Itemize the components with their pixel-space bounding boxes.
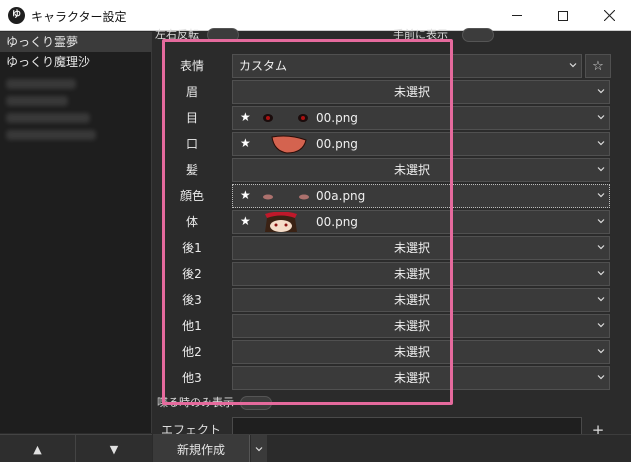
- flip-toggle[interactable]: [206, 28, 239, 42]
- eyebrows-value: 未選択: [393, 85, 430, 99]
- star-icon: ★: [240, 110, 251, 124]
- label-eyes: 目: [185, 111, 198, 125]
- body-dropdown[interactable]: ★ 00.png: [232, 210, 610, 234]
- eyes-thumbnail: [263, 114, 308, 122]
- expression-value: カスタム: [239, 59, 288, 73]
- blurred-character-item[interactable]: [6, 96, 68, 106]
- front-label: 手前に表示: [393, 28, 448, 41]
- chevron-down-icon: [597, 193, 605, 198]
- settings-panel: 左右反転 手前に表示 表情 カスタム ☆ 眉 未選択 目 ★ 00.png 口 …: [153, 28, 631, 462]
- list-controls: ▲ ▼: [0, 434, 152, 462]
- complexion-filename: 00a.png: [316, 189, 366, 203]
- chevron-down-icon: [597, 245, 605, 250]
- close-button[interactable]: [586, 0, 631, 31]
- other1-dropdown[interactable]: 未選択: [232, 314, 610, 338]
- title-bar: ゆ キャラクター設定: [0, 0, 631, 31]
- character-list: ゆっくり霊夢 ゆっくり魔理沙: [0, 32, 152, 433]
- back2-dropdown[interactable]: 未選択: [232, 262, 610, 286]
- minimize-button[interactable]: [494, 0, 540, 31]
- label-back2: 後2: [182, 267, 202, 281]
- move-up-button[interactable]: ▲: [0, 435, 76, 462]
- chevron-down-icon: [597, 297, 605, 302]
- other3-value: 未選択: [393, 371, 430, 385]
- minimize-icon: [512, 15, 522, 16]
- chevron-down-icon: [597, 89, 605, 94]
- chevron-down-icon: [597, 323, 605, 328]
- eyes-filename: 00.png: [316, 111, 358, 125]
- expression-dropdown[interactable]: カスタム: [232, 54, 582, 78]
- hair-dropdown[interactable]: 未選択: [232, 158, 610, 182]
- label-complexion: 顔色: [179, 189, 204, 203]
- chevron-down-icon: [597, 349, 605, 354]
- speaking-only-toggle[interactable]: [239, 396, 272, 410]
- chevron-down-icon: [597, 375, 605, 380]
- back3-value: 未選択: [393, 293, 430, 307]
- eyebrows-dropdown[interactable]: 未選択: [232, 80, 610, 104]
- hair-value: 未選択: [393, 163, 430, 177]
- label-eyebrows: 眉: [185, 85, 198, 99]
- label-other2: 他2: [182, 345, 202, 359]
- speaking-only-label: 喋る時のみ表示: [157, 396, 234, 409]
- maximize-icon: [558, 10, 568, 21]
- flip-toggle-row: 左右反転: [155, 26, 239, 42]
- chevron-down-icon: [597, 115, 605, 120]
- window-title: キャラクター設定: [31, 10, 127, 24]
- star-icon: ★: [240, 136, 251, 150]
- complexion-dropdown[interactable]: ★ 00a.png: [232, 184, 610, 208]
- blurred-character-item[interactable]: [6, 130, 96, 140]
- chevron-down-icon: [597, 167, 605, 172]
- back1-value: 未選択: [393, 241, 430, 255]
- label-back3: 後3: [182, 293, 202, 307]
- chevron-down-icon: [255, 447, 263, 452]
- app-icon: ゆ: [8, 7, 25, 24]
- close-icon: [603, 10, 615, 21]
- chevron-down-icon: [597, 219, 605, 224]
- chevron-down-icon: [597, 141, 605, 146]
- speaking-only-toggle-row: 喋る時のみ表示: [157, 394, 272, 410]
- front-toggle-row: 手前に表示: [393, 26, 494, 42]
- blurred-character-item[interactable]: [6, 113, 90, 123]
- new-create-dropdown[interactable]: [251, 435, 267, 462]
- complexion-thumbnail: [263, 194, 309, 200]
- eyes-dropdown[interactable]: ★ 00.png: [232, 106, 610, 130]
- star-icon: ★: [240, 214, 251, 228]
- back2-value: 未選択: [393, 267, 430, 281]
- character-item-reimu[interactable]: ゆっくり霊夢: [0, 32, 151, 52]
- mouth-filename: 00.png: [316, 137, 358, 151]
- other3-dropdown[interactable]: 未選択: [232, 366, 610, 390]
- back1-dropdown[interactable]: 未選択: [232, 236, 610, 260]
- blurred-character-item[interactable]: [6, 79, 76, 89]
- character-item-marisa[interactable]: ゆっくり魔理沙: [0, 52, 151, 72]
- star-icon: ★: [240, 188, 251, 202]
- front-toggle[interactable]: [461, 28, 494, 42]
- label-body: 体: [185, 215, 198, 229]
- favorite-button[interactable]: ☆: [585, 54, 611, 78]
- label-other3: 他3: [182, 371, 202, 385]
- chevron-down-icon: [597, 271, 605, 276]
- label-back1: 後1: [182, 241, 202, 255]
- body-thumbnail: [265, 212, 297, 232]
- label-expression: 表情: [179, 59, 204, 73]
- flip-label: 左右反転: [155, 28, 199, 41]
- bottom-bar: 新規作成: [153, 434, 631, 462]
- mouth-thumbnail: [271, 135, 307, 154]
- body-filename: 00.png: [316, 215, 358, 229]
- label-mouth: 口: [185, 137, 198, 151]
- move-down-button[interactable]: ▼: [76, 435, 152, 462]
- label-hair: 髪: [185, 163, 198, 177]
- back3-dropdown[interactable]: 未選択: [232, 288, 610, 312]
- new-create-button[interactable]: 新規作成: [153, 435, 250, 462]
- label-other1: 他1: [182, 319, 202, 333]
- maximize-button[interactable]: [540, 0, 586, 31]
- other1-value: 未選択: [393, 319, 430, 333]
- other2-dropdown[interactable]: 未選択: [232, 340, 610, 364]
- star-outline-icon: ☆: [592, 58, 604, 74]
- other2-value: 未選択: [393, 345, 430, 359]
- mouth-dropdown[interactable]: ★ 00.png: [232, 132, 610, 156]
- chevron-down-icon: [569, 63, 577, 68]
